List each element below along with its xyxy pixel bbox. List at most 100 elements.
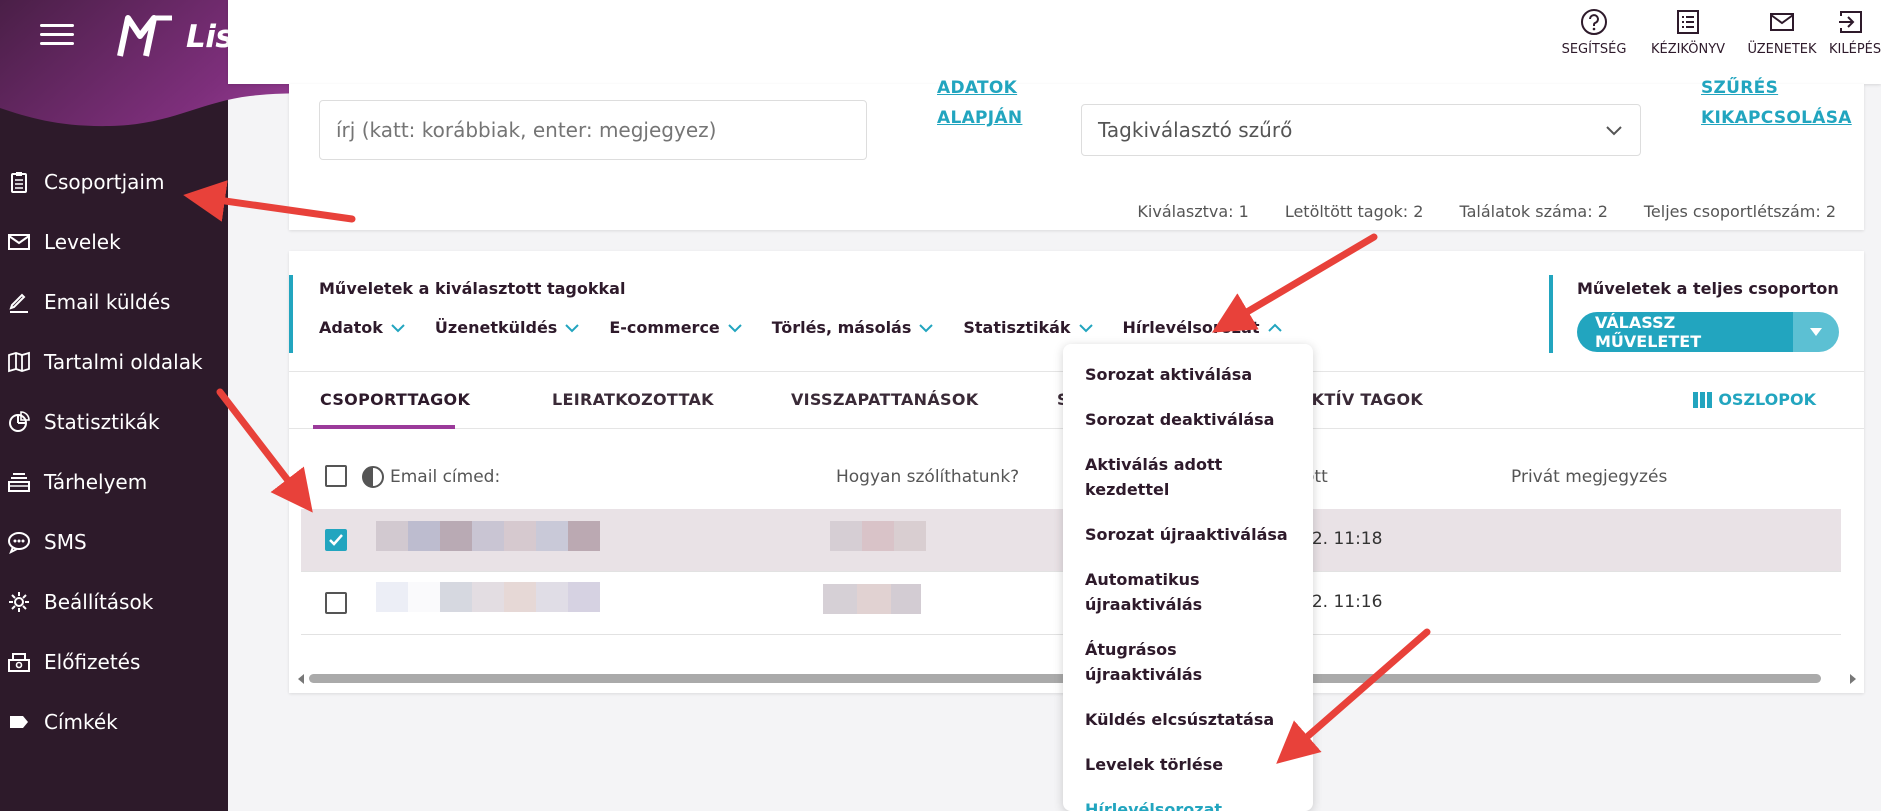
menu-hirlevelsorozat[interactable]: Hírlevélsorozat bbox=[1123, 318, 1282, 337]
pie-chart-icon bbox=[6, 409, 32, 435]
chevron-down-icon bbox=[728, 323, 742, 332]
sidebar-item-cimkek[interactable]: Címkék bbox=[0, 692, 228, 752]
messages-button[interactable]: ÜZENETEK bbox=[1735, 8, 1829, 57]
dropdown-item-levelek-torlese[interactable]: Levelek törlése bbox=[1063, 752, 1313, 777]
choose-operation-caret[interactable] bbox=[1793, 312, 1839, 352]
manual-button[interactable]: KÉZIKÖNYV bbox=[1641, 8, 1735, 57]
filter-by-data-link[interactable]: ADATOK ALAPJÁN bbox=[937, 78, 1023, 132]
help-button[interactable]: SEGÍTSÉG bbox=[1547, 8, 1641, 57]
sidebar-item-elofizetes[interactable]: Előfizetés bbox=[0, 632, 228, 692]
blurred-email bbox=[376, 582, 600, 612]
dropdown-item-aktivalas-adott-kezdettel[interactable]: Aktiválás adott kezdettel bbox=[1063, 452, 1313, 502]
filter-by-data-link-bottom: ALAPJÁN bbox=[937, 108, 1023, 128]
columns-button[interactable]: OSZLOPOK bbox=[1692, 390, 1816, 409]
chevron-up-icon bbox=[1267, 323, 1282, 332]
dropdown-item-automatikus-ujraaktivalas[interactable]: Automatikus újraaktiválás bbox=[1063, 567, 1313, 617]
sidebar-item-label: Statisztikák bbox=[44, 410, 160, 434]
col-note-header[interactable]: Privát megjegyzés bbox=[1511, 467, 1667, 487]
contrast-icon[interactable] bbox=[361, 465, 385, 489]
scroll-right-icon[interactable] bbox=[1849, 673, 1857, 685]
scroll-left-icon[interactable] bbox=[297, 673, 305, 685]
group-operations: Műveletek a teljes csoporton VÁLASSZ MŰV… bbox=[1549, 275, 1839, 353]
selected-operations: Műveletek a kiválasztott tagokkal Adatok… bbox=[289, 275, 1282, 353]
disable-filter-link-bottom: KIKAPCSOLÁSA bbox=[1701, 108, 1852, 128]
chat-bubble-icon bbox=[6, 529, 32, 555]
dropdown-item-sorozat-aktivalasa[interactable]: Sorozat aktiválása bbox=[1063, 362, 1313, 387]
row-date: 02. 11:16 bbox=[1301, 592, 1383, 612]
sidebar-item-email-kuldes[interactable]: Email küldés bbox=[0, 272, 228, 332]
sidebar-item-label: Levelek bbox=[44, 230, 121, 254]
tab-csoporttagok[interactable]: CSOPORTTAGOK bbox=[320, 390, 470, 409]
menu-uzenetkuldes[interactable]: Üzenetküldés bbox=[435, 318, 580, 337]
clipboard-icon bbox=[6, 169, 32, 195]
row-date: 02. 11:18 bbox=[1301, 529, 1383, 549]
chevron-down-icon bbox=[391, 323, 405, 332]
results-count: Találatok száma: 2 bbox=[1459, 202, 1608, 221]
select-all-checkbox[interactable] bbox=[325, 465, 347, 487]
list-document-icon bbox=[1677, 10, 1699, 34]
row-checkbox[interactable] bbox=[325, 529, 347, 551]
blurred-name bbox=[830, 521, 926, 551]
sidebar-item-levelek[interactable]: Levelek bbox=[0, 212, 228, 272]
tab-inaktiv-tagok[interactable]: AKTÍV TAGOK bbox=[1299, 390, 1423, 409]
group-operations-title: Műveletek a teljes csoporton bbox=[1577, 279, 1839, 298]
caret-down-icon bbox=[1810, 328, 1822, 336]
tab-leiratkozottak[interactable]: LEIRATKOZOTTAK bbox=[552, 390, 714, 409]
manual-label: KÉZIKÖNYV bbox=[1650, 42, 1726, 57]
sidebar-item-sms[interactable]: SMS bbox=[0, 512, 228, 572]
top-actions: SEGÍTSÉG KÉZIKÖNYV ÜZENETEK KILÉPÉS bbox=[1547, 8, 1881, 57]
logout-icon bbox=[1839, 11, 1862, 33]
sidebar-item-tartalmi-oldalak[interactable]: Tartalmi oldalak bbox=[0, 332, 228, 392]
logout-label: KILÉPÉS bbox=[1829, 42, 1881, 57]
tag-icon bbox=[6, 709, 32, 735]
filter-card: ADATOK ALAPJÁN Tagkiválasztó szűrő SZŰRÉ… bbox=[289, 78, 1864, 230]
messages-label: ÜZENETEK bbox=[1747, 42, 1817, 57]
chevron-down-icon bbox=[919, 323, 934, 332]
selected-count: Kiválasztva: 1 bbox=[1137, 202, 1249, 221]
chevron-down-icon bbox=[1606, 126, 1622, 136]
help-label: SEGÍTSÉG bbox=[1561, 42, 1627, 57]
question-circle-icon bbox=[1581, 9, 1607, 35]
menu-ecommerce[interactable]: E-commerce bbox=[609, 318, 742, 337]
total-count: Teljes csoportlétszám: 2 bbox=[1643, 202, 1836, 221]
selected-operations-title: Műveletek a kiválasztott tagokkal bbox=[319, 279, 626, 298]
disable-filter-link[interactable]: SZŰRÉS KIKAPCSOLÁSA bbox=[1701, 78, 1852, 132]
sidebar-item-label: Címkék bbox=[44, 710, 118, 734]
logout-button[interactable]: KILÉPÉS bbox=[1829, 8, 1881, 57]
columns-label: OSZLOPOK bbox=[1718, 390, 1816, 409]
dropdown-item-atugrasos-ujraaktivalas[interactable]: Átugrásos újraaktiválás bbox=[1063, 637, 1313, 687]
dropdown-item-sorozat-ujraaktivalasa[interactable]: Sorozat újraaktiválása bbox=[1063, 522, 1313, 547]
dropdown-item-hirlevelsorozat-allapota[interactable]: Hírlevélsorozat állapota bbox=[1063, 797, 1313, 811]
sidebar-item-label: Email küldés bbox=[44, 290, 171, 314]
search-field[interactable] bbox=[319, 100, 867, 160]
col-email-header[interactable]: Email címed: bbox=[390, 467, 500, 487]
choose-operation-button[interactable]: VÁLASSZ MŰVELETET bbox=[1577, 312, 1793, 352]
tab-visszapattanasok[interactable]: VISSZAPATTANÁSOK bbox=[791, 390, 978, 409]
menu-label: E-commerce bbox=[609, 318, 720, 337]
dropdown-item-kuldes-elcsusztatasa[interactable]: Küldés elcsúsztatása bbox=[1063, 707, 1313, 732]
menu-statisztikak[interactable]: Statisztikák bbox=[963, 318, 1093, 337]
sidebar-item-statisztikak[interactable]: Statisztikák bbox=[0, 392, 228, 452]
checkmark-icon bbox=[329, 534, 343, 546]
sidebar-item-tarhelyem[interactable]: Tárhelyem bbox=[0, 452, 228, 512]
envelope-icon bbox=[6, 229, 32, 255]
sidebar-item-csoportjaim[interactable]: Csoportjaim bbox=[0, 152, 228, 212]
menu-adatok[interactable]: Adatok bbox=[319, 318, 405, 337]
gear-icon bbox=[6, 589, 32, 615]
col-name-header[interactable]: Hogyan szólíthatunk? bbox=[836, 467, 1019, 487]
book-icon bbox=[6, 349, 32, 375]
chevron-down-icon bbox=[1078, 323, 1093, 332]
row-checkbox[interactable] bbox=[325, 592, 347, 614]
tag-filter-select[interactable]: Tagkiválasztó szűrő bbox=[1081, 104, 1641, 156]
hamburger-menu-icon[interactable] bbox=[40, 24, 74, 46]
sidebar-item-beallitasok[interactable]: Beállítások bbox=[0, 572, 228, 632]
menu-label: Hírlevélsorozat bbox=[1122, 318, 1260, 337]
menu-torles-masolas[interactable]: Törlés, másolás bbox=[772, 318, 934, 337]
blurred-name bbox=[823, 584, 921, 614]
filter-by-data-link-top: ADATOK bbox=[937, 78, 1018, 98]
series-dropdown-menu: Sorozat aktiválása Sorozat deaktiválása … bbox=[1063, 344, 1313, 811]
sidebar: ListaMester Csoportjaim Levelek Email kü… bbox=[0, 0, 480, 811]
choose-operation-split-button: VÁLASSZ MŰVELETET bbox=[1577, 312, 1839, 352]
search-input[interactable] bbox=[336, 118, 866, 142]
dropdown-item-sorozat-deaktivalasa[interactable]: Sorozat deaktiválása bbox=[1063, 407, 1313, 432]
